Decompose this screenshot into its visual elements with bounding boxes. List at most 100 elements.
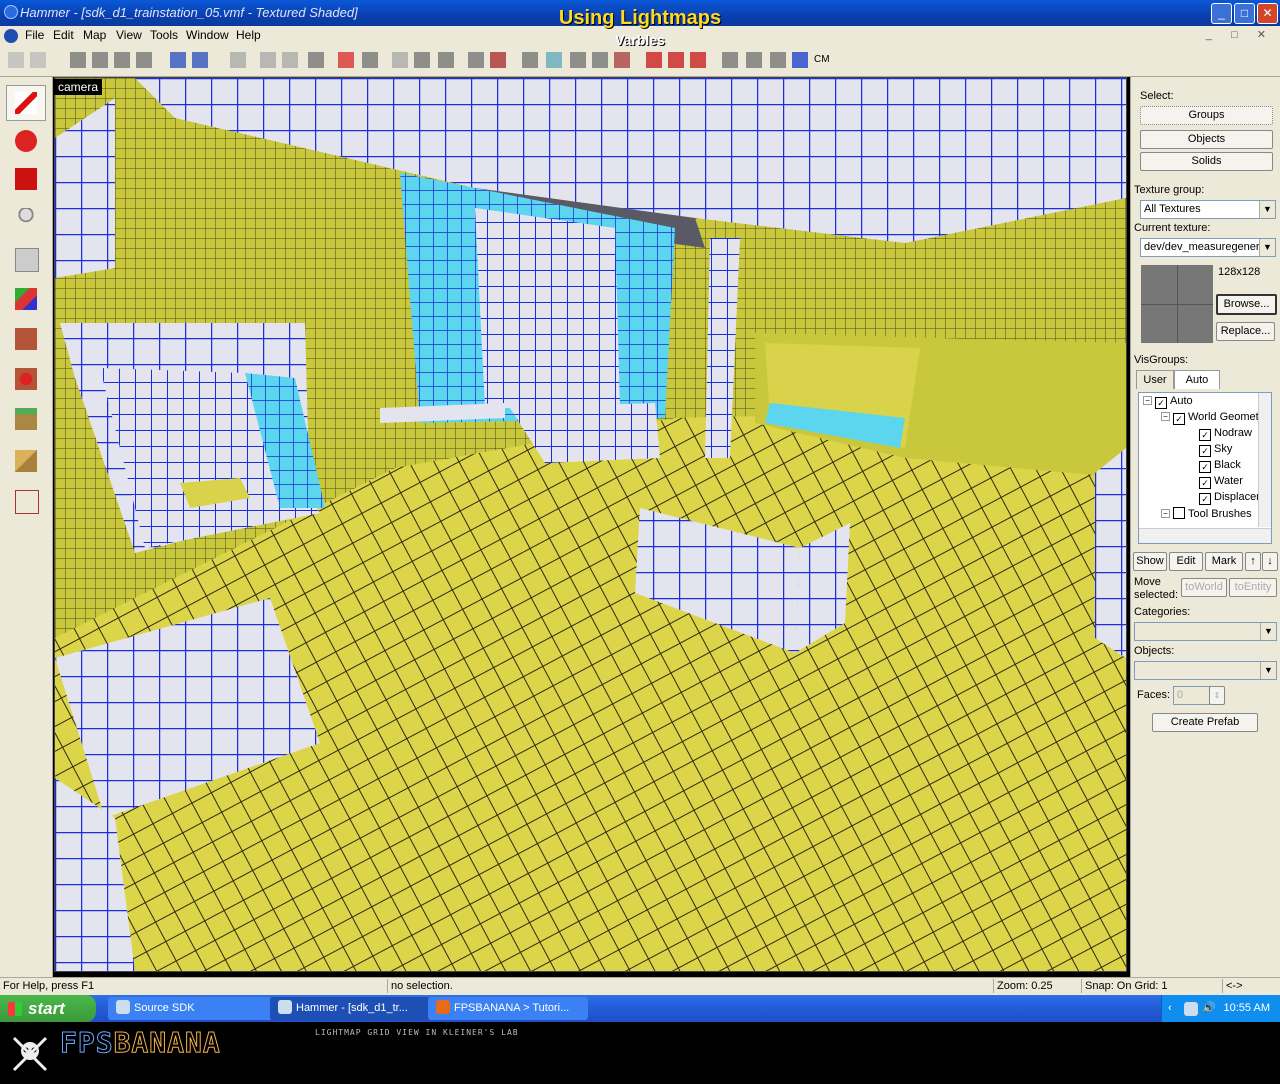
categories-select[interactable]: ▼ bbox=[1134, 622, 1277, 641]
checkbox-checked[interactable]: ✓ bbox=[1155, 397, 1167, 409]
current-texture-select[interactable]: dev/dev_measuregeneric01 ▼ bbox=[1140, 238, 1276, 257]
collapse-icon[interactable]: − bbox=[1143, 396, 1152, 405]
decal-r-icon[interactable] bbox=[690, 52, 706, 68]
undo-icon[interactable] bbox=[8, 52, 24, 68]
decal-tool[interactable] bbox=[6, 361, 46, 397]
grid-larger-icon[interactable] bbox=[114, 52, 130, 68]
tree-horizontal-scrollbar[interactable] bbox=[1139, 528, 1271, 543]
selection-tool[interactable] bbox=[6, 85, 46, 121]
decal-d-icon[interactable] bbox=[646, 52, 662, 68]
tab-auto[interactable]: Auto bbox=[1174, 370, 1220, 389]
block-icon bbox=[15, 248, 39, 272]
decal-w-icon[interactable] bbox=[668, 52, 684, 68]
visgroup-tree[interactable]: − ✓ Auto − ✓ World Geometry ✓ Nodraw ✓ Sky ✓ Bl… bbox=[1138, 392, 1272, 544]
texture-tool[interactable] bbox=[6, 281, 46, 317]
cm-button[interactable]: CM bbox=[814, 54, 830, 65]
cordon-icon[interactable] bbox=[362, 52, 378, 68]
ungroup-icon[interactable] bbox=[192, 52, 208, 68]
cut-icon[interactable] bbox=[392, 52, 408, 68]
checkbox-checked[interactable]: ✓ bbox=[1199, 461, 1211, 473]
select-groups-button[interactable]: Groups bbox=[1140, 106, 1273, 125]
checkbox-checked[interactable]: ✓ bbox=[1173, 413, 1185, 425]
replace-button[interactable]: Replace... bbox=[1216, 322, 1275, 341]
to-world-button[interactable]: toWorld bbox=[1181, 578, 1227, 597]
overlay-icon[interactable] bbox=[746, 52, 762, 68]
show-button[interactable]: Show bbox=[1133, 552, 1167, 571]
entity-tool[interactable] bbox=[6, 201, 46, 237]
grid-smaller-icon[interactable] bbox=[92, 52, 108, 68]
lightmap-render bbox=[55, 78, 1126, 971]
status-zoom: Zoom: 0.25 bbox=[993, 979, 1077, 993]
select-pointer-icon[interactable] bbox=[546, 52, 562, 68]
grid-toggle-icon[interactable] bbox=[136, 52, 152, 68]
redo-icon[interactable] bbox=[30, 52, 46, 68]
wireframe-icon[interactable] bbox=[770, 52, 786, 68]
create-prefab-button[interactable]: Create Prefab bbox=[1152, 713, 1258, 732]
tree-item[interactable]: ✓ Nodraw bbox=[1199, 427, 1252, 441]
hollow-icon[interactable] bbox=[282, 52, 298, 68]
select-objects-button[interactable]: Objects bbox=[1140, 130, 1273, 149]
hatch-icon[interactable] bbox=[468, 52, 484, 68]
magnify-tool[interactable] bbox=[6, 123, 46, 159]
checkbox-checked[interactable]: ✓ bbox=[1199, 477, 1211, 489]
checkbox-unchecked[interactable] bbox=[1173, 507, 1185, 519]
carve-icon[interactable] bbox=[260, 52, 276, 68]
checkbox-checked[interactable]: ✓ bbox=[1199, 493, 1211, 505]
displacement-icon[interactable] bbox=[490, 52, 506, 68]
lighting-icon[interactable] bbox=[792, 52, 808, 68]
path-icon[interactable] bbox=[722, 52, 738, 68]
flip-icon[interactable] bbox=[570, 52, 586, 68]
clipping-tool[interactable] bbox=[6, 443, 46, 479]
tree-item[interactable]: − ✓ World Geometry bbox=[1161, 411, 1268, 425]
camera-tool[interactable] bbox=[6, 161, 46, 197]
move-up-icon[interactable]: ↑ bbox=[1245, 552, 1261, 571]
move-down-icon[interactable]: ↓ bbox=[1262, 552, 1278, 571]
mirror-icon[interactable] bbox=[592, 52, 608, 68]
steam-tray-icon[interactable] bbox=[1184, 1002, 1198, 1016]
collapse-icon[interactable]: − bbox=[1161, 412, 1170, 421]
collapse-icon[interactable]: − bbox=[1161, 509, 1170, 518]
tab-user[interactable]: User bbox=[1136, 370, 1174, 389]
copy-icon[interactable] bbox=[414, 52, 430, 68]
tree-item[interactable]: − ✓ Auto bbox=[1143, 395, 1193, 409]
block-tool[interactable] bbox=[6, 241, 46, 277]
checkbox-checked[interactable]: ✓ bbox=[1199, 445, 1211, 457]
tree-item[interactable]: ✓ Black bbox=[1199, 459, 1241, 473]
tree-item[interactable]: − Tool Brushes bbox=[1161, 507, 1252, 520]
select-box-icon[interactable] bbox=[522, 52, 538, 68]
texture-app-icon[interactable] bbox=[614, 52, 630, 68]
skull-logo-icon bbox=[12, 1036, 48, 1072]
grid-icon[interactable] bbox=[70, 52, 86, 68]
start-button[interactable]: start bbox=[0, 995, 96, 1022]
checkbox-checked[interactable]: ✓ bbox=[1199, 429, 1211, 441]
paste-icon[interactable] bbox=[438, 52, 454, 68]
overlay-tool[interactable] bbox=[6, 401, 46, 437]
faces-stepper[interactable]: ⇕ bbox=[1209, 686, 1225, 705]
tree-item[interactable]: ✓ Sky bbox=[1199, 443, 1232, 457]
task-source-sdk[interactable]: Source SDK bbox=[108, 997, 272, 1020]
tray-expand-icon[interactable]: ‹ bbox=[1168, 995, 1172, 1022]
objects-select[interactable]: ▼ bbox=[1134, 661, 1277, 680]
edit-button[interactable]: Edit bbox=[1169, 552, 1203, 571]
select-label: Select: bbox=[1140, 90, 1174, 102]
to-entity-button[interactable]: toEntity bbox=[1229, 578, 1277, 597]
task-hammer[interactable]: Hammer - [sdk_d1_tr... bbox=[270, 997, 430, 1020]
faces-input[interactable]: 0 bbox=[1173, 686, 1210, 705]
browse-button[interactable]: Browse... bbox=[1216, 294, 1277, 315]
texture-lock-icon[interactable] bbox=[338, 52, 354, 68]
hide-icon[interactable] bbox=[230, 52, 246, 68]
apply-texture-tool[interactable] bbox=[6, 321, 46, 357]
tree-item[interactable]: ✓ Water bbox=[1199, 475, 1243, 489]
vertex-tool[interactable] bbox=[6, 483, 46, 519]
mark-button[interactable]: Mark bbox=[1205, 552, 1243, 571]
camera-viewport[interactable] bbox=[54, 77, 1127, 972]
texture-group-select[interactable]: All Textures ▼ bbox=[1140, 200, 1276, 219]
speaker-icon[interactable]: 🔊 bbox=[1202, 995, 1216, 1022]
task-firefox[interactable]: FPSBANANA > Tutori... bbox=[428, 997, 588, 1020]
entity-icon[interactable] bbox=[308, 52, 324, 68]
select-solids-button[interactable]: Solids bbox=[1140, 152, 1273, 171]
tree-vertical-scrollbar[interactable] bbox=[1258, 393, 1271, 527]
chevron-down-icon: ▼ bbox=[1259, 201, 1275, 218]
status-selection: no selection. bbox=[387, 979, 691, 993]
group-icon[interactable] bbox=[170, 52, 186, 68]
